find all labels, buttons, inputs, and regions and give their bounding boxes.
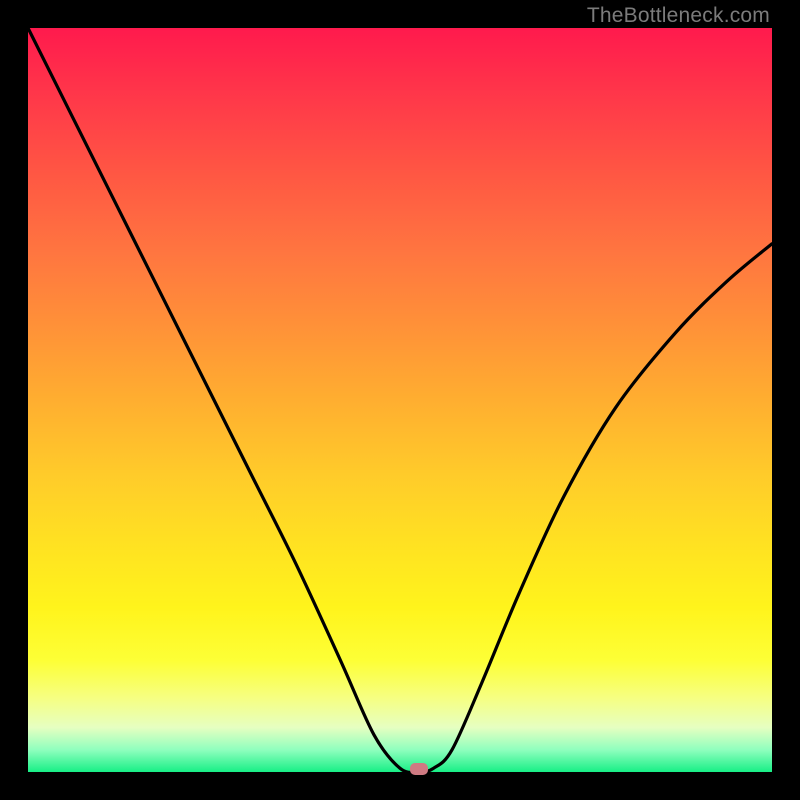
minimum-marker	[410, 763, 428, 775]
chart-frame: TheBottleneck.com	[0, 0, 800, 800]
watermark-text: TheBottleneck.com	[587, 4, 770, 28]
bottleneck-curve	[28, 28, 772, 772]
plot-area	[28, 28, 772, 772]
curve-layer	[28, 28, 772, 772]
